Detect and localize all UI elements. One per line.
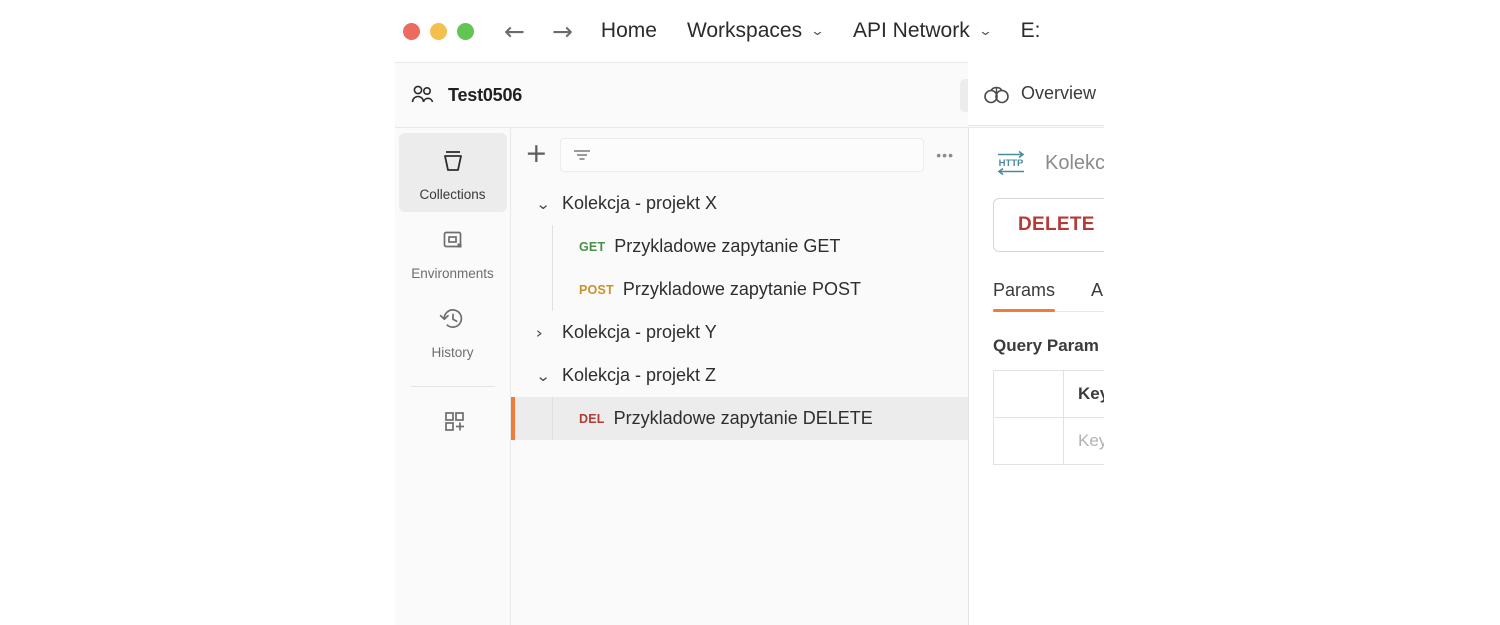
row-key-cell[interactable]: Key [1063, 417, 1104, 465]
table-header-row: Key [993, 370, 1104, 418]
sidebar-item-environments[interactable]: Environments [399, 212, 507, 291]
sidebar-item-environments-label: Environments [411, 266, 494, 281]
tree-request-label: Przykladowe zapytanie DELETE [613, 408, 873, 428]
rail-divider [410, 386, 495, 387]
main-body: Collections Environments History + ••• ⌄… [395, 128, 1104, 625]
chevron-down-icon: ⌄ [810, 23, 825, 39]
method-badge: DEL [579, 411, 605, 426]
tab-overview-label: Overview [1021, 83, 1097, 103]
binoculars-icon [983, 84, 1010, 104]
table-row[interactable]: Key [993, 417, 1104, 465]
tab-authorization[interactable]: A [1091, 280, 1103, 312]
filter-icon [571, 147, 593, 163]
workspace-name: Test0506 [448, 84, 523, 105]
table-header-key: Key [1063, 370, 1104, 418]
nav-item-home[interactable]: Home [601, 19, 657, 43]
chevron-down-icon[interactable]: ⌄ [536, 195, 565, 213]
tab-overview[interactable]: Overview [968, 62, 1104, 126]
http-icon: HTTP [993, 150, 1031, 176]
environment-icon [399, 226, 507, 259]
sidebar-rail: Collections Environments History [395, 128, 511, 625]
chevron-right-icon[interactable]: › [536, 324, 565, 342]
title-bar: ← → Home Workspaces ⌄ API Network ⌄ E: [395, 0, 1104, 63]
tree-request-row-selected[interactable]: DEL Przykladowe zapytanie DELETE [511, 397, 968, 440]
query-params-table: Key Key [993, 370, 1104, 465]
filter-input[interactable] [559, 138, 925, 172]
back-arrow-icon[interactable]: ← [504, 19, 525, 44]
maximize-window-button[interactable] [457, 22, 474, 40]
tree-toolbar: + ••• [511, 128, 968, 182]
request-tabs: Params A [993, 280, 1104, 312]
nav-item-api-network[interactable]: API Network ⌄ [853, 19, 993, 43]
tree-request-row[interactable]: POST Przykladowe zapytanie POST [511, 268, 968, 311]
collection-icon [399, 147, 507, 180]
tree-folder-row[interactable]: ⌄ Kolekcja - projekt X [511, 182, 968, 225]
workspace-identity[interactable]: Test0506 [409, 84, 960, 106]
request-title: Kolekc [1045, 151, 1104, 174]
request-pane: HTTP Kolekc DELETE Params A Query Param … [969, 128, 1104, 625]
table-header-checkbox [993, 370, 1064, 418]
request-title-row: HTTP Kolekc [969, 128, 1104, 176]
tree-folder-label: Kolekcja - projekt X [562, 193, 718, 213]
sidebar-item-collections[interactable]: Collections [398, 133, 507, 212]
nav-item-workspaces[interactable]: Workspaces ⌄ [686, 19, 825, 43]
sidebar-item-collections-label: Collections [419, 187, 486, 202]
tab-params[interactable]: Params [993, 280, 1056, 312]
chevron-down-icon[interactable]: ⌄ [536, 367, 565, 385]
minimize-window-button[interactable] [430, 22, 447, 40]
sidebar-item-history-label: History [431, 345, 474, 360]
sidebar-item-history[interactable]: History [399, 291, 507, 370]
app-window: ← → Home Workspaces ⌄ API Network ⌄ E: T… [395, 0, 1104, 625]
method-badge: POST [579, 282, 614, 297]
row-checkbox-cell[interactable] [993, 417, 1064, 465]
close-window-button[interactable] [403, 22, 420, 40]
grid-plus-icon [399, 407, 507, 440]
history-icon [399, 305, 507, 338]
tree-folder-label: Kolekcja - projekt Y [562, 322, 717, 342]
tree-request-label: Przykladowe zapytanie POST [622, 279, 861, 299]
nav-arrows: ← → [504, 19, 573, 44]
tree-more-menu-button[interactable]: ••• [936, 147, 956, 163]
tree-request-label: Przykladowe zapytanie GET [614, 236, 841, 256]
add-module-button[interactable] [399, 393, 507, 450]
add-new-button[interactable]: + [525, 140, 548, 171]
tree-folder-label: Kolekcja - projekt Z [562, 365, 717, 385]
nav-item-workspaces-label: Workspaces [686, 19, 803, 42]
method-selector[interactable]: DELETE [994, 214, 1104, 236]
nav-item-explore-label: E: [1020, 19, 1041, 42]
forward-arrow-icon[interactable]: → [552, 19, 573, 44]
query-params-heading: Query Param [993, 336, 1099, 355]
method-badge: GET [579, 239, 606, 254]
tree-request-row[interactable]: GET Przykladowe zapytanie GET [511, 225, 968, 268]
chevron-down-icon: ⌄ [977, 23, 993, 39]
svg-text:HTTP: HTTP [999, 158, 1024, 169]
traffic-lights [403, 22, 474, 40]
nav-item-home-label: Home [600, 19, 657, 42]
nav-item-explore[interactable]: E: [1021, 19, 1041, 43]
people-icon [409, 84, 435, 106]
collection-tree-panel: + ••• ⌄ Kolekcja - projekt X GET Przykla… [511, 128, 969, 625]
request-url-bar[interactable]: DELETE [993, 198, 1104, 252]
tree-folder-row[interactable]: › Kolekcja - projekt Y [511, 311, 968, 354]
nav-item-api-network-label: API Network [853, 19, 970, 42]
tree-folder-row[interactable]: ⌄ Kolekcja - projekt Z [511, 354, 968, 397]
